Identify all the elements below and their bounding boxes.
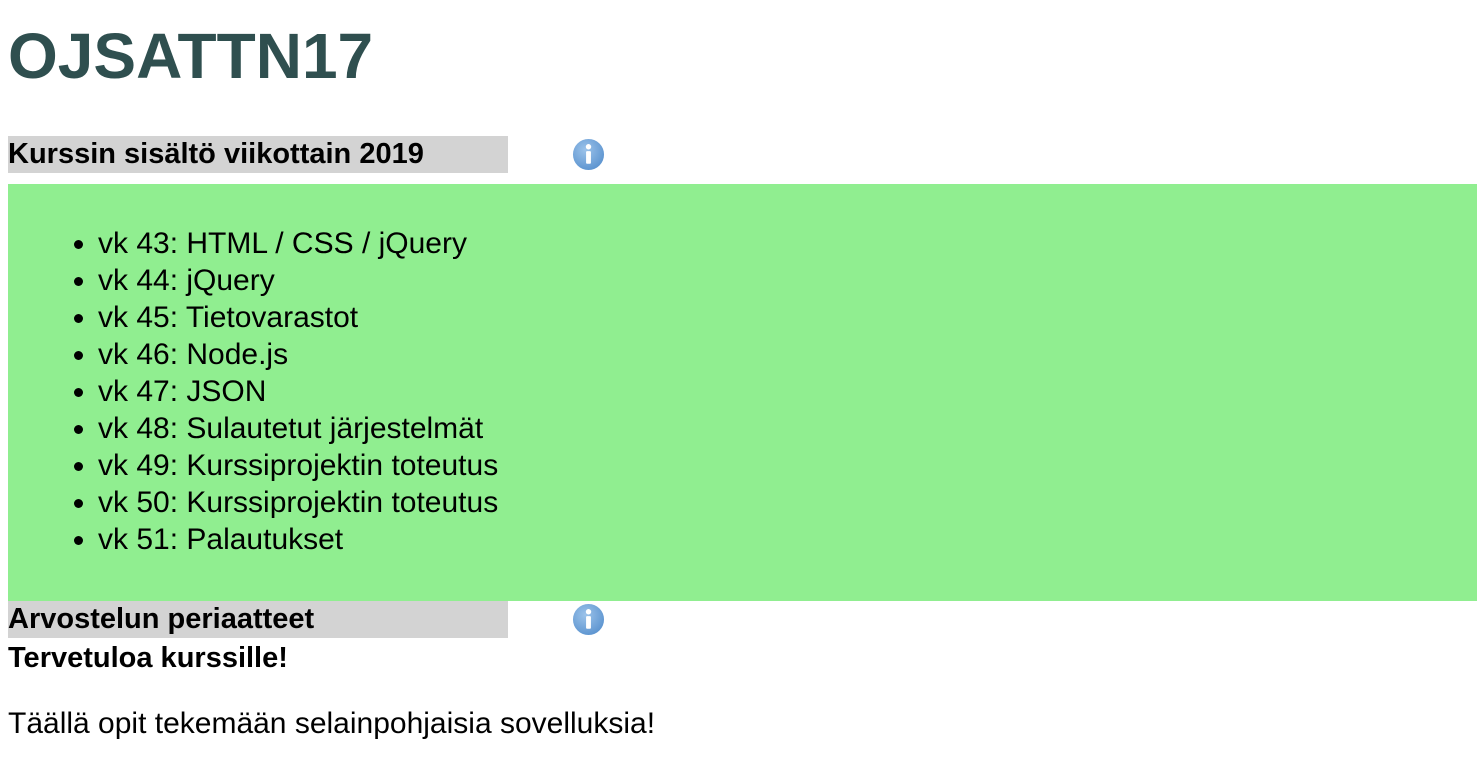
list-item: vk 46: Node.js — [98, 336, 1477, 373]
list-item: vk 50: Kurssiprojektin toteutus — [98, 484, 1477, 521]
site-title: OJSATTN17 — [8, 20, 374, 92]
list-item: vk 51: Palautukset — [98, 521, 1477, 558]
info-icon[interactable] — [572, 603, 605, 636]
weekly-content-list: vk 43: HTML / CSS / jQuery vk 44: jQuery… — [8, 225, 1477, 558]
section-header-weekly-content: Kurssin sisältö viikottain 2019 — [8, 136, 1477, 173]
section-title-grading[interactable]: Arvostelun periaatteet — [8, 601, 508, 638]
section-title-weekly-content[interactable]: Kurssin sisältö viikottain 2019 — [8, 136, 508, 173]
welcome-heading: Tervetuloa kurssille! — [8, 642, 288, 674]
list-item: vk 49: Kurssiprojektin toteutus — [98, 447, 1477, 484]
list-item: vk 43: HTML / CSS / jQuery — [98, 225, 1477, 262]
list-item: vk 48: Sulautetut järjestelmät — [98, 410, 1477, 447]
list-item: vk 44: jQuery — [98, 262, 1477, 299]
list-item: vk 47: JSON — [98, 373, 1477, 410]
section-header-grading: Arvostelun periaatteet — [8, 601, 1477, 638]
welcome-text: Täällä opit tekemään selainpohjaisia sov… — [8, 707, 656, 740]
info-icon[interactable] — [572, 138, 605, 171]
page: OJSATTN17 Kurssin sisältö viikottain 201… — [0, 0, 1477, 744]
weekly-content-panel: vk 43: HTML / CSS / jQuery vk 44: jQuery… — [8, 184, 1477, 601]
list-item: vk 45: Tietovarastot — [98, 299, 1477, 336]
